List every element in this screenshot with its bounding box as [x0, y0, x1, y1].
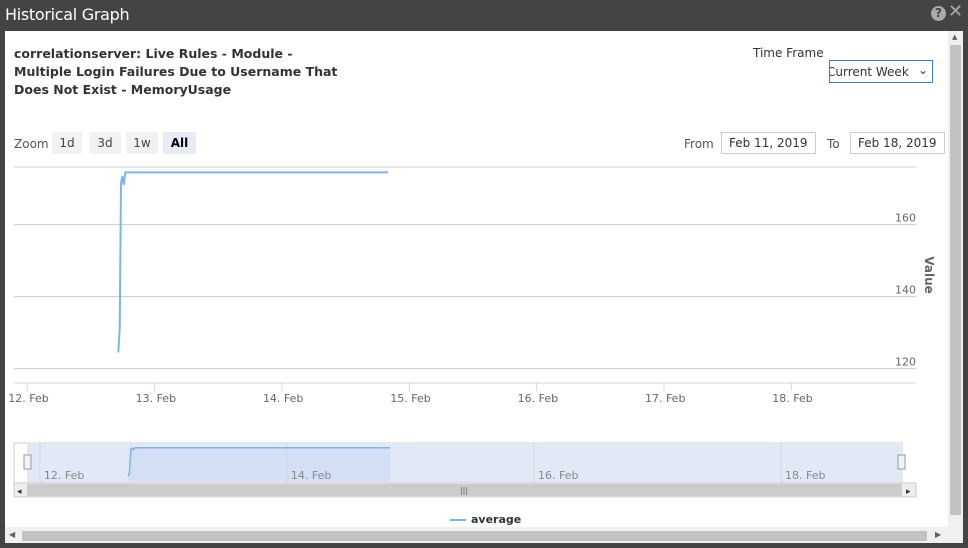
graph-panel: correlationserver: Live Rules - Module -… — [5, 31, 963, 543]
series-line-average[interactable] — [117, 171, 389, 353]
vertical-scrollbar[interactable]: ▲ ▼ — [948, 31, 963, 543]
y-tick-label: 140 — [895, 284, 916, 297]
legend-swatch — [450, 519, 466, 521]
scrollbar-grip-icon: ||| — [460, 486, 468, 495]
x-tick-label: 18. Feb — [772, 392, 812, 405]
navigator-tick-label: 16. Feb — [538, 469, 578, 482]
x-tick-label: 15. Feb — [390, 392, 430, 405]
x-tick-label: 16. Feb — [518, 392, 558, 405]
navigator-right-handle[interactable] — [897, 454, 906, 470]
x-tick-label: 13. Feb — [136, 392, 176, 405]
line-chart[interactable]: 120 140 160 Value 12. Feb 13. Feb 14. Feb 15.… — [5, 31, 948, 543]
legend-label: average — [471, 513, 522, 526]
y-axis-label: Value — [922, 256, 936, 294]
navigator-tick-label: 12. Feb — [44, 469, 84, 482]
navigator-tick-label: 18. Feb — [785, 469, 825, 482]
x-tick-label: 17. Feb — [645, 392, 685, 405]
navigator-series-area — [128, 447, 390, 481]
historical-graph-window: Historical Graph ? ✕ correlationserver: … — [0, 0, 968, 548]
help-icon[interactable]: ? — [931, 6, 946, 21]
navigator-tick-label: 14. Feb — [291, 469, 331, 482]
scrollbar-corner — [948, 527, 963, 543]
x-tick-label: 12. Feb — [8, 392, 48, 405]
x-tick-label: 14. Feb — [263, 392, 303, 405]
scroll-right-arrow-icon[interactable]: ▸ — [906, 487, 911, 497]
horizontal-scrollbar[interactable]: ◀ ▶ — [5, 527, 963, 543]
scroll-left-icon[interactable]: ◀ — [9, 530, 15, 539]
vertical-scrollbar-thumb[interactable] — [950, 45, 961, 515]
navigator-left-handle[interactable] — [23, 454, 32, 470]
scroll-left-arrow-icon[interactable]: ◂ — [17, 487, 22, 497]
scroll-up-arrow-icon[interactable]: ▲ — [952, 33, 957, 41]
y-tick-label: 160 — [895, 212, 916, 225]
title-bar: Historical Graph ? ✕ — [0, 0, 968, 31]
scroll-right-icon[interactable]: ▶ — [935, 530, 941, 539]
legend-item-average[interactable]: average — [450, 513, 521, 526]
window-title: Historical Graph — [5, 5, 130, 24]
y-tick-label: 120 — [895, 356, 916, 369]
horizontal-scrollbar-thumb[interactable] — [22, 531, 927, 541]
close-icon[interactable]: ✕ — [948, 3, 963, 21]
